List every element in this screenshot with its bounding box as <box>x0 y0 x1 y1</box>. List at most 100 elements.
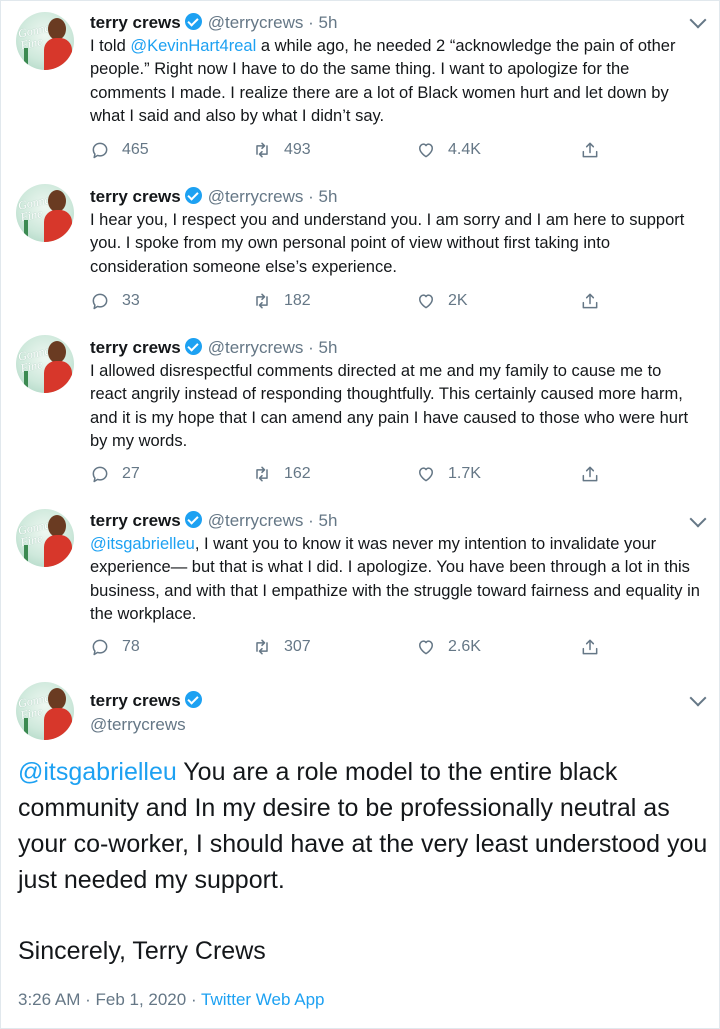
tweet-age[interactable]: 5h <box>319 338 338 357</box>
verified-badge-icon <box>184 511 202 528</box>
like-button[interactable]: 2.6K <box>416 635 481 659</box>
share-icon <box>582 639 598 655</box>
tweet-actions: 33 182 2K <box>90 289 710 313</box>
reply-count: 27 <box>122 465 140 482</box>
avatar[interactable]: Gonna Fine <box>16 335 74 393</box>
reply-count: 465 <box>122 141 149 158</box>
tweet-text-rest: I allowed disrespectful comments directe… <box>90 362 689 451</box>
signoff: Sincerely, Terry Crews <box>18 937 266 965</box>
reply-icon <box>92 293 108 310</box>
separator-dot: · <box>303 13 319 32</box>
tweet-text: @itsgabrielleu, I want you to know it wa… <box>90 533 700 627</box>
verified-badge-icon <box>184 691 202 708</box>
reply-button[interactable]: 27 <box>90 462 140 486</box>
author-handle[interactable]: @terrycrews <box>208 13 304 32</box>
tweet-meta: 3:26 AM · Feb 1, 2020 · Twitter Web App <box>18 990 324 1010</box>
reply-count: 33 <box>122 292 140 309</box>
verified-badge-icon <box>184 338 202 355</box>
tweet-age[interactable]: 5h <box>319 187 338 206</box>
verified-badge-icon <box>184 187 202 204</box>
palm-tree-graphic <box>24 48 28 68</box>
author-handle[interactable]: @terrycrews <box>208 511 304 530</box>
share-icon <box>582 293 598 309</box>
red-shirt-graphic <box>44 210 72 242</box>
reply-icon <box>92 639 108 656</box>
like-count: 1.7K <box>448 465 481 482</box>
mention-link[interactable]: @KevinHart4real <box>130 37 256 55</box>
red-shirt-graphic <box>44 535 72 567</box>
retweet-icon <box>256 639 268 655</box>
author-handle[interactable]: @terrycrews <box>208 187 304 206</box>
palm-tree-graphic <box>24 220 28 240</box>
red-shirt-graphic <box>44 361 72 393</box>
share-button[interactable] <box>580 138 612 162</box>
author-name[interactable]: terry crews <box>90 187 181 206</box>
like-button[interactable]: 1.7K <box>416 462 481 486</box>
like-button[interactable]: 4.4K <box>416 138 481 162</box>
share-button[interactable] <box>580 635 612 659</box>
share-button[interactable] <box>580 289 612 313</box>
retweet-icon <box>256 293 268 309</box>
separator-dot: · <box>303 187 319 206</box>
heart-icon <box>419 467 433 482</box>
red-shirt-graphic <box>44 708 72 740</box>
avatar[interactable]: Gonna Fine <box>16 509 74 567</box>
tweet-header: terry crews @terrycrews · 5h <box>90 13 337 33</box>
author-name[interactable]: terry crews <box>90 691 181 710</box>
person-head-graphic <box>48 18 66 40</box>
avatar[interactable]: Gonna Fine <box>16 12 74 70</box>
reply-button[interactable]: 33 <box>90 289 140 313</box>
retweet-count: 182 <box>284 292 311 309</box>
author-name[interactable]: terry crews <box>90 338 181 357</box>
tweet-header: terry crews @terrycrews · 5h <box>90 511 337 531</box>
heart-icon <box>419 640 433 655</box>
mention-link[interactable]: @itsgabrielleu <box>18 758 177 786</box>
share-icon <box>582 142 598 158</box>
retweet-count: 493 <box>284 141 311 158</box>
avatar[interactable]: Gonna Fine <box>16 184 74 242</box>
reply-button[interactable]: 465 <box>90 138 149 162</box>
retweet-button[interactable]: 162 <box>252 462 311 486</box>
tweet-header: terry crews <box>90 690 208 712</box>
author-name[interactable]: terry crews <box>90 13 181 32</box>
author-handle[interactable]: @terrycrews <box>90 714 186 736</box>
mention-link[interactable]: @itsgabrielleu <box>90 535 195 553</box>
like-button[interactable]: 2K <box>416 289 468 313</box>
like-count: 2.6K <box>448 638 481 655</box>
tweet-text: I told @KevinHart4real a while ago, he n… <box>90 35 700 129</box>
tweet-header: terry crews @terrycrews · 5h <box>90 187 337 207</box>
retweet-button[interactable]: 493 <box>252 138 311 162</box>
palm-tree-graphic <box>24 545 28 565</box>
person-head-graphic <box>48 688 66 710</box>
like-count: 4.4K <box>448 141 481 158</box>
heart-icon <box>419 294 433 309</box>
person-head-graphic <box>48 190 66 212</box>
timestamp[interactable]: 3:26 AM · Feb 1, 2020 · <box>18 990 201 1009</box>
like-count: 2K <box>448 292 468 309</box>
tweet-text: I hear you, I respect you and understand… <box>90 209 700 279</box>
separator-dot: · <box>303 511 319 530</box>
retweet-button[interactable]: 182 <box>252 289 311 313</box>
source-app-link[interactable]: Twitter Web App <box>201 990 324 1009</box>
tweet-text-lead: I told <box>90 37 131 55</box>
share-button[interactable] <box>580 462 612 486</box>
author-name[interactable]: terry crews <box>90 511 181 530</box>
tweet-text-rest: I hear you, I respect you and understand… <box>90 211 685 276</box>
retweet-button[interactable]: 307 <box>252 635 311 659</box>
red-shirt-graphic <box>44 38 72 70</box>
tweet-age[interactable]: 5h <box>319 13 338 32</box>
person-head-graphic <box>48 341 66 363</box>
tweet-actions: 465 493 4.4K <box>90 138 710 162</box>
author-handle[interactable]: @terrycrews <box>208 338 304 357</box>
heart-icon <box>419 143 433 158</box>
retweet-count: 162 <box>284 465 311 482</box>
tweet-header: terry crews @terrycrews · 5h <box>90 338 337 358</box>
avatar[interactable]: Gonna Fine <box>16 682 74 740</box>
reply-button[interactable]: 78 <box>90 635 140 659</box>
tweet-age[interactable]: 5h <box>319 511 338 530</box>
retweet-count: 307 <box>284 638 311 655</box>
reply-icon <box>92 142 108 159</box>
tweet-text: I allowed disrespectful comments directe… <box>90 360 700 454</box>
share-icon <box>582 466 598 482</box>
tweet-text: @itsgabrielleu You are a role model to t… <box>18 754 708 898</box>
